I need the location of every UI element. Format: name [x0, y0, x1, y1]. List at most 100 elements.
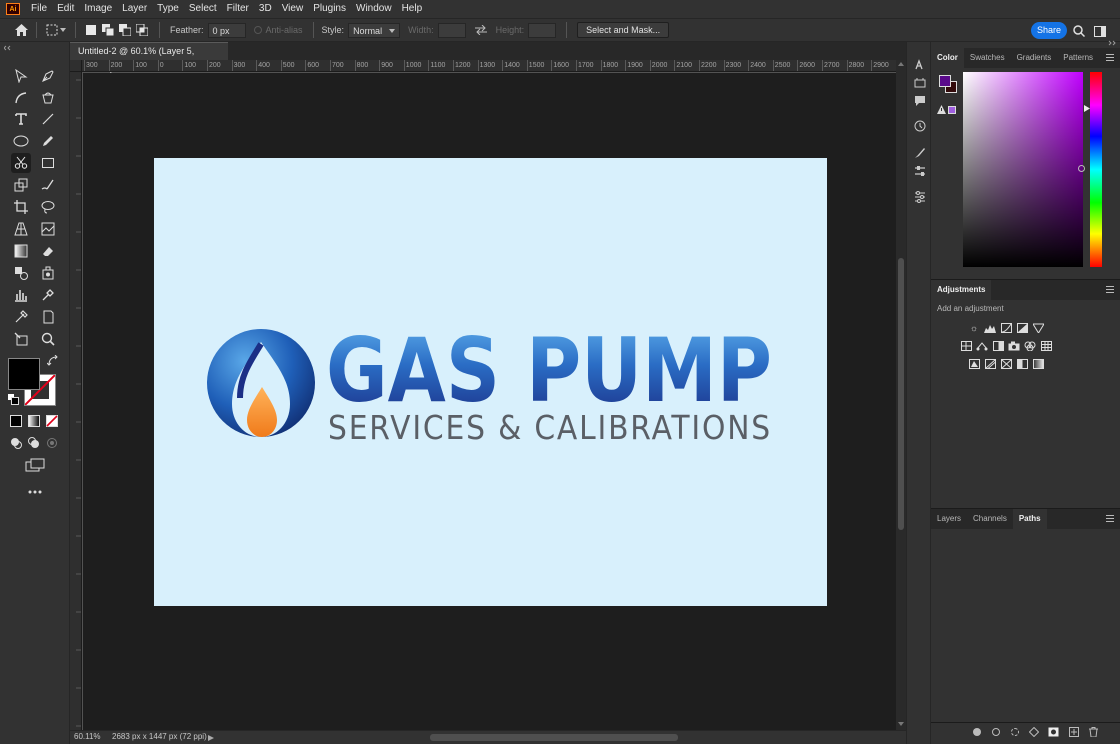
tab-paths[interactable]: Paths [1012, 509, 1047, 529]
move-tool-icon[interactable] [11, 66, 31, 86]
photo-filter-icon[interactable] [1008, 340, 1020, 351]
zoom-tool-icon[interactable] [38, 329, 58, 349]
screen-mode-icon[interactable] [24, 457, 46, 473]
search-icon[interactable] [1072, 24, 1086, 38]
gradient-map-icon[interactable] [1032, 358, 1044, 369]
shape-builder-icon[interactable] [11, 175, 31, 195]
comments-icon[interactable] [913, 94, 927, 108]
crop-tool-icon[interactable] [11, 197, 31, 217]
type-tool-icon[interactable] [11, 109, 31, 129]
none-mode-icon[interactable] [44, 413, 60, 429]
properties-icon[interactable] [913, 76, 927, 90]
panel-menu-icon[interactable] [1106, 286, 1114, 293]
color-picker-field[interactable] [963, 72, 1085, 267]
ellipse-tool-icon[interactable] [11, 131, 31, 151]
levels-icon[interactable] [984, 322, 996, 333]
workspace-icon[interactable] [1093, 24, 1107, 38]
gradient-tool-icon[interactable] [11, 241, 31, 261]
make-work-path-icon[interactable] [1029, 727, 1039, 737]
style-select[interactable]: Normal [348, 22, 401, 38]
more-tools-icon[interactable] [25, 486, 45, 498]
vibrance-icon[interactable] [1032, 322, 1044, 333]
draw-inside-icon[interactable] [44, 435, 60, 451]
hue-slider-handle[interactable] [1084, 105, 1090, 112]
subtract-selection-icon[interactable] [118, 23, 132, 37]
canvas-area[interactable]: GAS PUMP SERVICES & CALIBRATIONS [83, 73, 896, 730]
hue-saturation-icon[interactable] [960, 340, 972, 351]
artboard[interactable]: GAS PUMP SERVICES & CALIBRATIONS [154, 158, 827, 606]
height-input[interactable] [528, 22, 557, 38]
align-icon[interactable] [913, 164, 927, 178]
blend-tool-icon[interactable] [11, 263, 31, 283]
libraries-icon[interactable] [913, 58, 927, 72]
menu-image[interactable]: Image [79, 0, 117, 18]
menu-3d[interactable]: 3D [254, 0, 277, 18]
scroll-down-icon[interactable] [898, 722, 904, 726]
color-mode-icon[interactable] [8, 413, 24, 429]
scroll-up-icon[interactable] [898, 62, 904, 66]
column-graph-icon[interactable] [11, 285, 31, 305]
tab-swatches[interactable]: Swatches [964, 48, 1011, 68]
stroke-path-icon[interactable] [992, 728, 1000, 736]
collapse-panels-icon[interactable] [1107, 40, 1117, 46]
zoom-level[interactable]: 60.11% [74, 732, 101, 741]
menu-window[interactable]: Window [351, 0, 397, 18]
color-balance-icon[interactable] [976, 340, 988, 351]
anti-alias-checkbox[interactable] [253, 26, 262, 34]
menu-filter[interactable]: Filter [222, 0, 254, 18]
brush-tool-icon[interactable] [38, 175, 58, 195]
feather-input[interactable]: 0 px [207, 22, 246, 38]
menu-file[interactable]: File [26, 0, 52, 18]
measure-tool-icon[interactable] [11, 307, 31, 327]
eraser-tool-icon[interactable] [38, 241, 58, 261]
brightness-icon[interactable]: ☼ [968, 322, 980, 333]
fill-color-swatch[interactable] [8, 358, 40, 390]
marquee-tool-preset-icon[interactable] [45, 23, 59, 37]
share-button[interactable]: Share [1031, 22, 1067, 39]
web-safe-color-swatch[interactable] [948, 106, 956, 114]
menu-edit[interactable]: Edit [52, 0, 79, 18]
load-path-selection-icon[interactable] [1011, 728, 1019, 736]
gradient-mode-icon[interactable] [26, 413, 42, 429]
exposure-icon[interactable] [1016, 322, 1028, 333]
scissors-tool-icon[interactable] [11, 153, 31, 173]
tab-patterns[interactable]: Patterns [1057, 48, 1099, 68]
chevron-down-icon[interactable] [59, 23, 67, 37]
trash-icon[interactable] [1089, 727, 1098, 737]
tab-color[interactable]: Color [931, 48, 964, 68]
tab-gradients[interactable]: Gradients [1011, 48, 1058, 68]
out-of-gamut-warning-icon[interactable] [937, 105, 946, 114]
pen-tool-icon[interactable] [38, 66, 58, 86]
menu-help[interactable]: Help [397, 0, 428, 18]
swap-width-height-icon[interactable] [474, 23, 488, 37]
ruler-origin[interactable] [70, 60, 82, 72]
new-path-icon[interactable] [1069, 727, 1079, 737]
invert-icon[interactable] [968, 358, 980, 369]
menu-layer[interactable]: Layer [117, 0, 152, 18]
tab-adjustments[interactable]: Adjustments [931, 280, 992, 300]
menu-plugins[interactable]: Plugins [308, 0, 351, 18]
pencil-tool-icon[interactable] [38, 131, 58, 151]
status-menu-icon[interactable] [208, 735, 214, 741]
draw-behind-icon[interactable] [26, 435, 42, 451]
fill-path-icon[interactable] [973, 728, 981, 736]
brushes-icon[interactable] [913, 146, 927, 160]
perspective-grid-icon[interactable] [11, 219, 31, 239]
lasso-tool-icon[interactable] [38, 197, 58, 217]
menu-view[interactable]: View [277, 0, 309, 18]
posterize-icon[interactable] [984, 358, 996, 369]
add-selection-icon[interactable] [101, 23, 115, 37]
horizontal-scroll-thumb[interactable] [430, 734, 678, 741]
tab-layers[interactable]: Layers [931, 509, 967, 529]
vertical-scroll-thumb[interactable] [898, 258, 904, 530]
eyedropper-tool-icon[interactable] [38, 285, 58, 305]
threshold-icon[interactable] [1000, 358, 1012, 369]
image-trace-icon[interactable] [38, 219, 58, 239]
line-tool-icon[interactable] [38, 109, 58, 129]
color-picker-cursor[interactable] [1078, 165, 1085, 172]
document-tab[interactable]: Untitled-2 @ 60.1% (Layer 5, RGB/8#) * × [70, 42, 228, 73]
slice-tool-icon[interactable] [11, 329, 31, 349]
select-and-mask-button[interactable]: Select and Mask... [577, 22, 670, 38]
paint-bucket-icon[interactable] [38, 88, 58, 108]
color-lookup-icon[interactable] [1040, 340, 1052, 351]
